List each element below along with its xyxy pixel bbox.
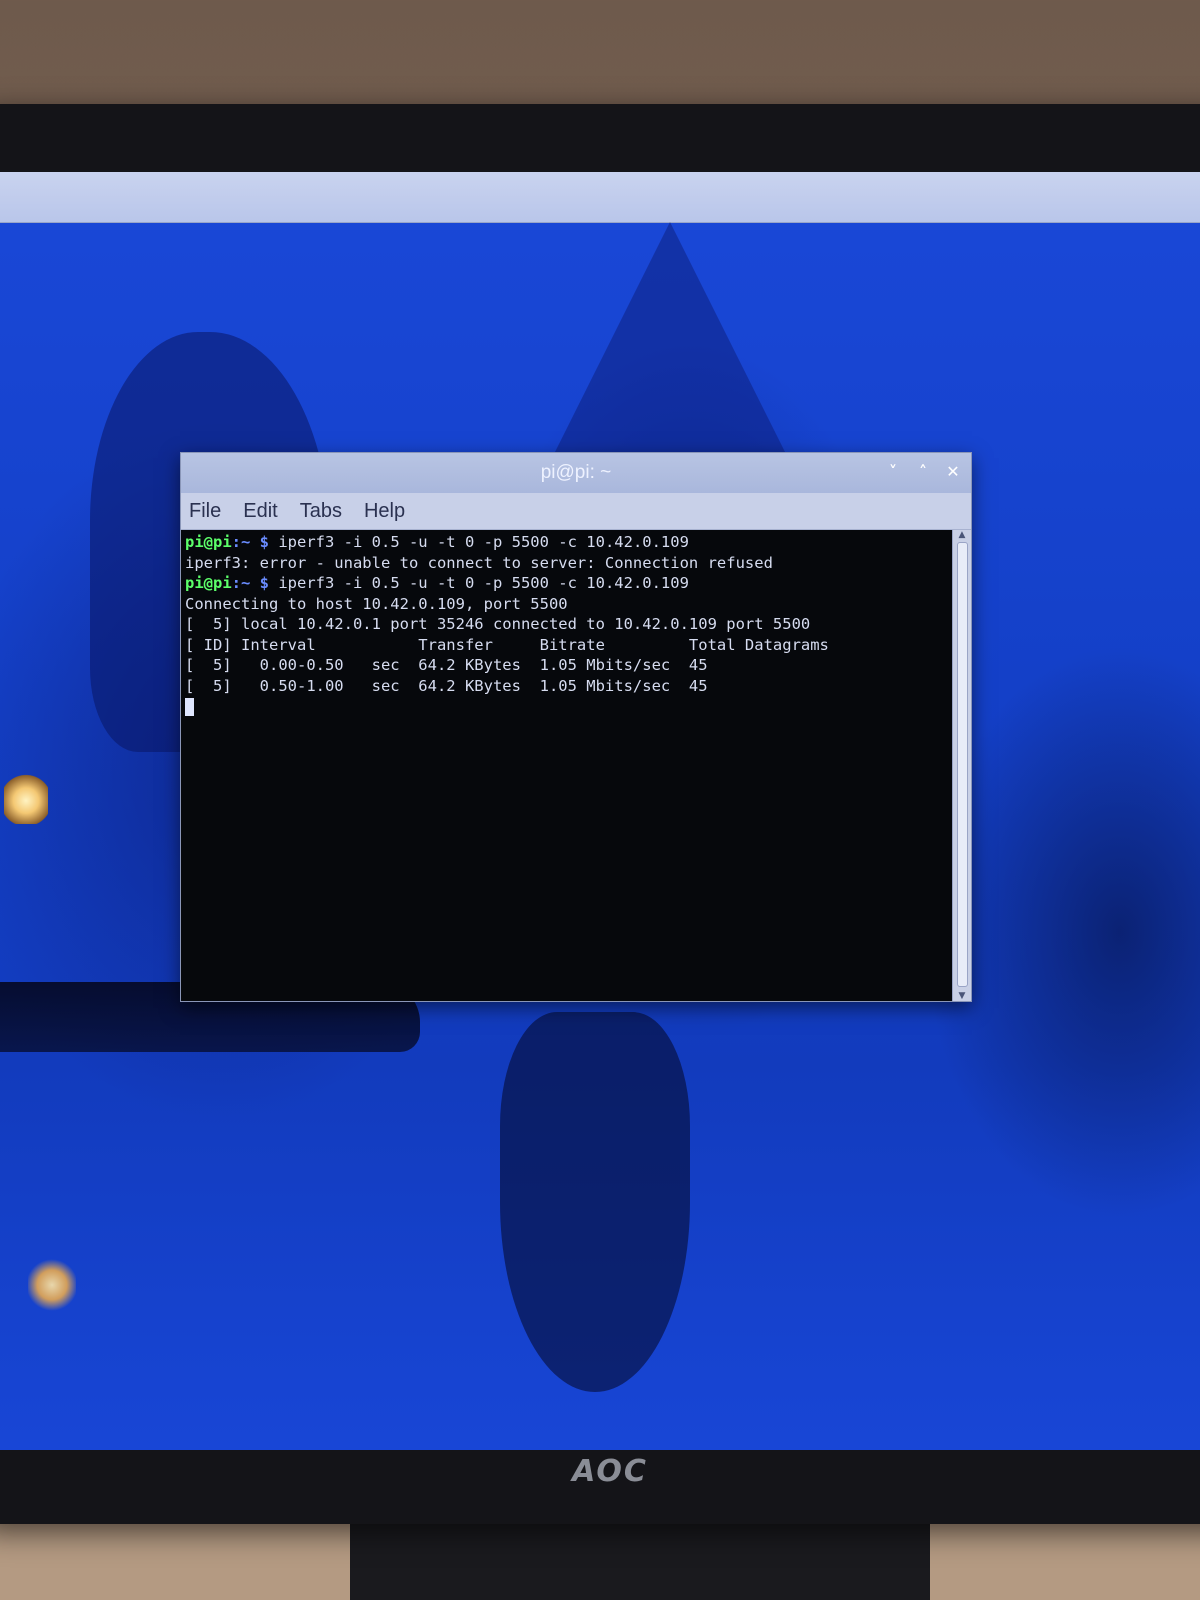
scroll-down-icon[interactable]: ▼ [955,991,969,1001]
monitor-brand-logo: AOC [572,1454,648,1489]
menu-help[interactable]: Help [362,498,407,525]
menubar: File Edit Tabs Help [181,493,971,530]
terminal-window[interactable]: pi@pi: ~ ˅ ˄ ✕ File Edit Tabs Help pi@pi… [180,452,972,1002]
command-text: iperf3 -i 0.5 -u -t 0 -p 5500 -c 10.42.0… [269,533,689,551]
table-header: [ ID] Interval Transfer Bitrate Total Da… [185,635,829,654]
close-icon[interactable]: ✕ [943,461,963,483]
wallpaper-lantern [4,772,48,824]
error-line: iperf3: error - unable to connect to ser… [185,553,773,572]
table-row: [ 5] 0.50-1.00 sec 64.2 KBytes 1.05 Mbit… [185,676,708,695]
desktop-panel[interactable] [0,172,1200,223]
menu-edit[interactable]: Edit [241,498,279,525]
prompt-user: pi@pi [185,574,232,592]
minimize-icon[interactable]: ˅ [883,461,903,483]
connecting-line: Connecting to host 10.42.0.109, port 550… [185,594,568,613]
prompt-user: pi@pi [185,533,232,551]
cursor-line [185,696,949,717]
terminal-line: pi@pi:~ $ iperf3 -i 0.5 -u -t 0 -p 5500 … [185,532,949,553]
scroll-thumb[interactable] [957,542,968,987]
wallpaper-lantern-reflection [28,1257,76,1313]
scroll-up-icon[interactable]: ▲ [955,530,969,540]
window-titlebar[interactable]: pi@pi: ~ ˅ ˄ ✕ [181,453,971,493]
window-title: pi@pi: ~ [540,462,612,483]
desktop-screen: pi@pi: ~ ˅ ˄ ✕ File Edit Tabs Help pi@pi… [0,172,1200,1450]
prompt-path: :~ $ [231,574,269,592]
command-text: iperf3 -i 0.5 -u -t 0 -p 5500 -c 10.42.0… [269,574,689,592]
menu-file[interactable]: File [187,498,223,525]
text-cursor [185,697,194,716]
prompt-path: :~ $ [231,533,269,551]
terminal-line: pi@pi:~ $ iperf3 -i 0.5 -u -t 0 -p 5500 … [185,573,949,594]
maximize-icon[interactable]: ˄ [913,461,933,483]
window-controls: ˅ ˄ ✕ [883,461,963,483]
terminal-output[interactable]: pi@pi:~ $ iperf3 -i 0.5 -u -t 0 -p 5500 … [181,530,953,1001]
menu-tabs[interactable]: Tabs [298,498,344,525]
wallpaper-reflection [500,1012,690,1392]
table-row: [ 5] 0.00-0.50 sec 64.2 KBytes 1.05 Mbit… [185,656,708,674]
local-connection-line: [ 5] local 10.42.0.1 port 35246 connecte… [185,615,811,633]
vertical-scrollbar[interactable]: ▲ ▼ [952,530,971,1001]
